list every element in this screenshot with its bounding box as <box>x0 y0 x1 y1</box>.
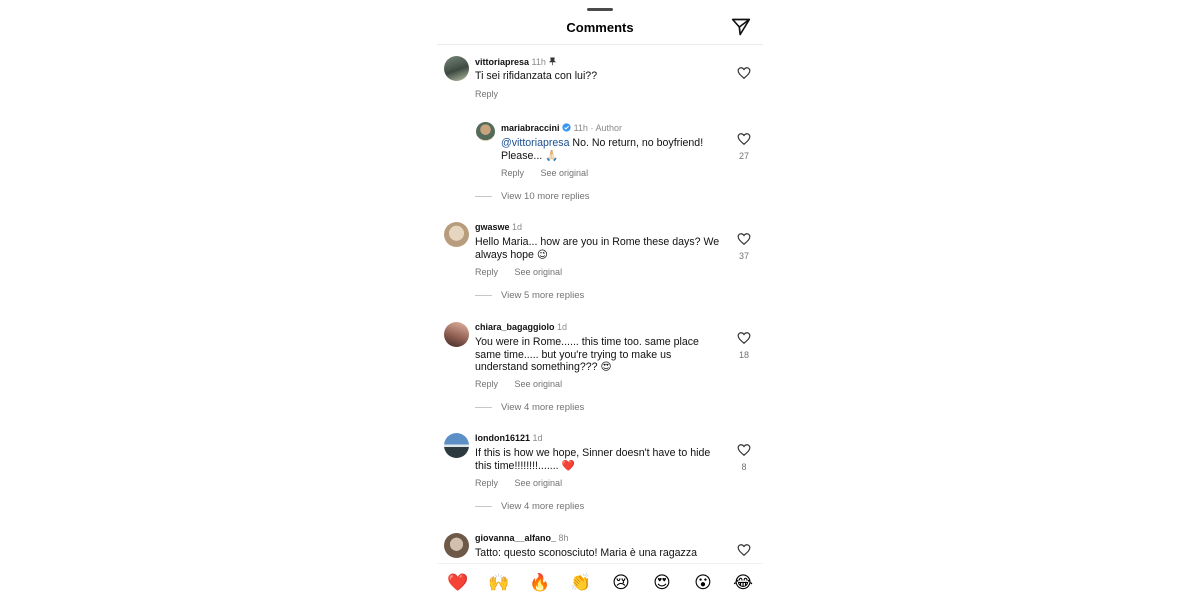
username[interactable]: gwaswe <box>475 222 510 232</box>
timestamp: 11h <box>531 57 546 67</box>
avatar[interactable] <box>476 122 495 141</box>
comment-meta: vittoriapresa 11h <box>475 57 557 67</box>
comment-meta: mariabraccini 11h · Author <box>501 123 622 133</box>
emoji-laugh-button[interactable]: 😂 <box>732 572 754 594</box>
comment-text: Hello Maria... how are you in Rome these… <box>475 236 720 261</box>
like-count: 18 <box>738 350 749 360</box>
see-original-button[interactable]: See original <box>515 267 563 277</box>
timestamp: 1d <box>512 222 523 232</box>
comment-text: Ti sei rifidanzata con lui?? <box>475 70 598 82</box>
emoji-reaction-bar: ❤️ 🙌 🔥 👏 😢 😍 😮 😂 <box>437 563 763 600</box>
comment-meta: london16121 1d <box>475 433 543 443</box>
heart-icon[interactable] <box>737 331 751 345</box>
heart-icon[interactable] <box>737 232 751 246</box>
see-original-button[interactable]: See original <box>541 168 589 178</box>
see-original-button[interactable]: See original <box>515 478 563 488</box>
author-label: Author <box>595 123 622 133</box>
reply-button[interactable]: Reply <box>475 379 498 389</box>
comment-actions: Reply See original <box>475 267 576 277</box>
emoji-surprised-button[interactable]: 😮 <box>692 572 714 594</box>
drag-handle[interactable] <box>587 8 613 11</box>
mention-link[interactable]: @vittoriapresa <box>501 137 569 149</box>
reply-button[interactable]: Reply <box>475 89 498 99</box>
pin-icon <box>549 57 557 66</box>
heart-icon[interactable] <box>737 66 751 80</box>
comment-meta: giovanna__alfano_ 8h <box>475 533 569 543</box>
reply-button[interactable]: Reply <box>475 478 498 488</box>
comment-text: Tatto: questo sconosciuto! Maria è una r… <box>475 547 698 559</box>
username[interactable]: giovanna__alfano_ <box>475 533 556 543</box>
heart-icon[interactable] <box>737 543 751 557</box>
heart-icon[interactable] <box>737 132 751 146</box>
avatar[interactable] <box>444 433 469 458</box>
username[interactable]: vittoriapresa <box>475 57 529 67</box>
comment-text: @vittoriapresa No. No return, no boyfrie… <box>501 137 704 162</box>
avatar[interactable] <box>444 56 469 81</box>
timestamp: 1d <box>557 322 568 332</box>
like-count: 37 <box>738 251 749 261</box>
view-more-replies-button[interactable]: View 4 more replies <box>475 402 584 413</box>
verified-badge-icon <box>562 123 571 132</box>
comment-actions: Reply See original <box>475 478 576 488</box>
reply-button[interactable]: Reply <box>501 168 524 178</box>
page-title: Comments <box>566 20 634 35</box>
paper-plane-icon[interactable] <box>731 17 751 37</box>
view-more-replies-button[interactable]: View 5 more replies <box>475 290 584 301</box>
avatar[interactable] <box>444 533 469 558</box>
timestamp: 8h <box>558 533 569 543</box>
timestamp: 11h <box>573 123 588 133</box>
heart-icon[interactable] <box>737 443 751 457</box>
comment-meta: gwaswe 1d <box>475 222 522 232</box>
avatar[interactable] <box>444 222 469 247</box>
comment-text: You were in Rome...... this time too. sa… <box>475 336 699 373</box>
emoji-fire-button[interactable]: 🔥 <box>529 572 551 594</box>
see-original-button[interactable]: See original <box>515 379 563 389</box>
emoji-clap-button[interactable]: 👏 <box>570 572 592 594</box>
comment-actions: Reply <box>475 89 512 99</box>
comment-actions: Reply See original <box>475 379 576 389</box>
comment-meta: chiara_bagaggiolo 1d <box>475 322 567 332</box>
like-count: 27 <box>738 151 749 161</box>
emoji-raised-hands-button[interactable]: 🙌 <box>488 572 510 594</box>
username[interactable]: chiara_bagaggiolo <box>475 322 555 332</box>
comments-sheet: Comments vittoriapresa 11h Ti sei rifida… <box>437 0 763 600</box>
emoji-heart-eyes-button[interactable]: 😍 <box>651 572 673 594</box>
username[interactable]: mariabraccini <box>501 123 560 133</box>
like-count: 8 <box>741 462 747 472</box>
emoji-cry-button[interactable]: 😢 <box>610 572 632 594</box>
view-more-replies-button[interactable]: View 10 more replies <box>475 191 590 202</box>
comment-actions: Reply See original <box>501 168 602 178</box>
emoji-heart-button[interactable]: ❤️ <box>447 572 469 594</box>
username[interactable]: london16121 <box>475 433 530 443</box>
avatar[interactable] <box>444 322 469 347</box>
comment-text: If this is how we hope, Sinner doesn't h… <box>475 447 711 472</box>
header-divider <box>437 44 763 45</box>
reply-button[interactable]: Reply <box>475 267 498 277</box>
timestamp: 1d <box>532 433 543 443</box>
view-more-replies-button[interactable]: View 4 more replies <box>475 501 584 512</box>
